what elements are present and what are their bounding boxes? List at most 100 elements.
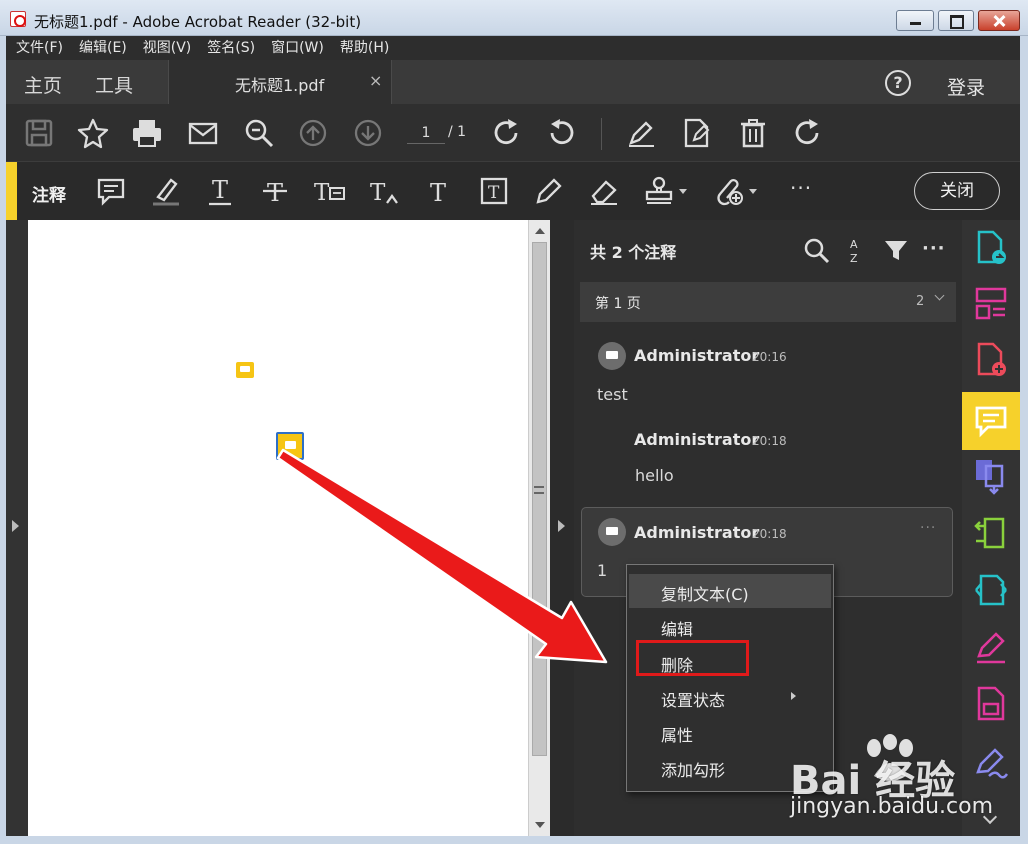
zoom-search-icon[interactable]	[242, 116, 276, 150]
collapse-panel-icon[interactable]	[558, 520, 565, 532]
svg-text:T: T	[212, 176, 228, 204]
text-box-icon[interactable]: T	[477, 174, 511, 208]
stamp-dropdown-arrow[interactable]	[679, 189, 687, 194]
svg-text:T: T	[314, 180, 330, 206]
fill-sign-pen-icon[interactable]	[624, 116, 658, 150]
tab-bar: 主页 工具 无标题1.pdf × ? 登录	[0, 60, 1028, 104]
document-page[interactable]	[28, 220, 528, 836]
combine-files-icon[interactable]	[971, 456, 1011, 496]
sticky-note-annotation-selected[interactable]	[276, 432, 304, 460]
title-bar: 无标题1.pdf - Adobe Acrobat Reader (32-bit)	[0, 0, 1028, 36]
previous-page-icon[interactable]	[296, 116, 330, 150]
login-button[interactable]: 登录	[947, 73, 985, 100]
chevron-down-icon[interactable]	[934, 290, 945, 301]
eraser-icon[interactable]	[587, 174, 621, 208]
search-icon[interactable]	[802, 236, 830, 264]
comment-avatar-icon	[598, 518, 626, 546]
organize-pages-icon[interactable]	[971, 284, 1011, 324]
close-window-button[interactable]	[978, 10, 1020, 31]
scan-ocr-icon[interactable]	[971, 570, 1011, 610]
comment-author: Administrator	[634, 346, 760, 365]
submenu-arrow-icon	[791, 692, 796, 700]
page-group-label: 第 1 页	[595, 296, 641, 312]
print-icon[interactable]	[130, 116, 164, 150]
menu-sign[interactable]: 签名(S)	[199, 36, 263, 60]
menu-edit[interactable]: 编辑(E)	[71, 36, 135, 60]
pencil-draw-icon[interactable]	[532, 174, 566, 208]
comment-toolbar-label: 注释	[32, 186, 66, 206]
panel-splitter[interactable]	[550, 220, 574, 836]
comment-count: 共 2 个注释	[590, 243, 677, 262]
svg-text:T: T	[370, 180, 386, 206]
expand-left-pane-icon[interactable]	[12, 520, 19, 532]
menu-item-edit[interactable]: 编辑	[629, 609, 831, 643]
close-tab-icon[interactable]: ×	[369, 71, 382, 90]
email-icon[interactable]	[186, 116, 220, 150]
menu-view[interactable]: 视图(V)	[135, 36, 200, 60]
menu-item-copy-text[interactable]: 复制文本(C)	[629, 574, 831, 608]
menu-file[interactable]: 文件(F)	[0, 36, 71, 60]
protect-pdf-icon[interactable]	[971, 684, 1011, 724]
scrollbar-thumb[interactable]	[532, 242, 547, 756]
next-page-icon[interactable]	[351, 116, 385, 150]
rotate-clockwise-icon[interactable]	[489, 116, 523, 150]
more-options-icon[interactable]: ···	[922, 238, 946, 259]
replace-text-icon[interactable]: T	[313, 174, 347, 208]
sort-az-icon[interactable]: AZ	[842, 236, 870, 265]
send-for-signature-icon[interactable]	[971, 742, 1011, 782]
menu-window[interactable]: 窗口(W)	[263, 36, 332, 60]
attach-dropdown-arrow[interactable]	[749, 189, 757, 194]
comment-toolbar: 注释 T T T T T T ··· 关闭	[0, 162, 1028, 220]
redo-icon[interactable]	[790, 116, 824, 150]
reply-author: Administrator	[634, 430, 760, 449]
help-icon[interactable]: ?	[885, 70, 911, 96]
rotate-counterclockwise-icon[interactable]	[545, 116, 579, 150]
scroll-down-icon[interactable]	[535, 822, 545, 828]
tab-tools[interactable]: 工具	[95, 71, 133, 98]
sticky-note-annotation[interactable]	[236, 362, 254, 378]
page-group-header[interactable]: 第 1 页 2	[580, 282, 956, 322]
attach-file-icon[interactable]	[713, 174, 747, 208]
create-pdf-icon[interactable]	[971, 340, 1011, 380]
comment-avatar-icon	[598, 342, 626, 370]
strikethrough-icon[interactable]: T	[258, 174, 292, 208]
stamp-icon[interactable]	[642, 174, 676, 208]
add-text-icon[interactable]: T	[422, 174, 456, 208]
export-pdf-icon[interactable]	[971, 228, 1011, 268]
menu-item-set-status[interactable]: 设置状态	[629, 680, 831, 714]
reply-text: hello	[635, 466, 674, 485]
comment-time: 20:18	[752, 527, 787, 541]
compress-pdf-icon[interactable]	[971, 514, 1011, 554]
svg-text:A: A	[850, 238, 858, 251]
scroll-up-icon[interactable]	[535, 228, 545, 234]
save-icon[interactable]	[22, 116, 56, 150]
comment-more-icon[interactable]: ···	[920, 520, 936, 536]
sticky-note-icon[interactable]	[94, 174, 128, 208]
minimize-button[interactable]	[896, 10, 934, 31]
filter-icon[interactable]	[882, 236, 910, 264]
comment-tool-icon[interactable]	[971, 401, 1011, 441]
more-tools-icon[interactable]: ···	[790, 176, 812, 200]
menu-item-properties[interactable]: 属性	[629, 715, 831, 749]
delete-trash-icon[interactable]	[736, 116, 770, 150]
fill-and-sign-icon[interactable]	[971, 628, 1011, 668]
highlight-icon[interactable]	[149, 174, 183, 208]
underline-text-icon[interactable]: T	[203, 174, 237, 208]
svg-text:T: T	[488, 183, 500, 203]
tab-home[interactable]: 主页	[24, 71, 62, 98]
page-number-input[interactable]: 1	[407, 122, 445, 144]
comment-text: test	[597, 385, 628, 404]
watermark-url: jingyan.baidu.com	[790, 794, 994, 819]
toolbar-divider	[601, 118, 602, 150]
menu-help[interactable]: 帮助(H)	[332, 36, 397, 60]
close-comment-button[interactable]: 关闭	[914, 172, 1000, 210]
bookmark-star-icon[interactable]	[76, 116, 110, 150]
edit-pdf-icon[interactable]	[680, 116, 714, 150]
document-scrollbar[interactable]	[528, 220, 550, 836]
right-tools-rail	[962, 220, 1020, 836]
window-frame-bottom	[0, 836, 1028, 844]
insert-text-icon[interactable]: T	[368, 174, 402, 208]
delete-highlight-box	[636, 640, 749, 676]
tab-document[interactable]: 无标题1.pdf ×	[168, 60, 392, 104]
maximize-button[interactable]	[938, 10, 974, 31]
